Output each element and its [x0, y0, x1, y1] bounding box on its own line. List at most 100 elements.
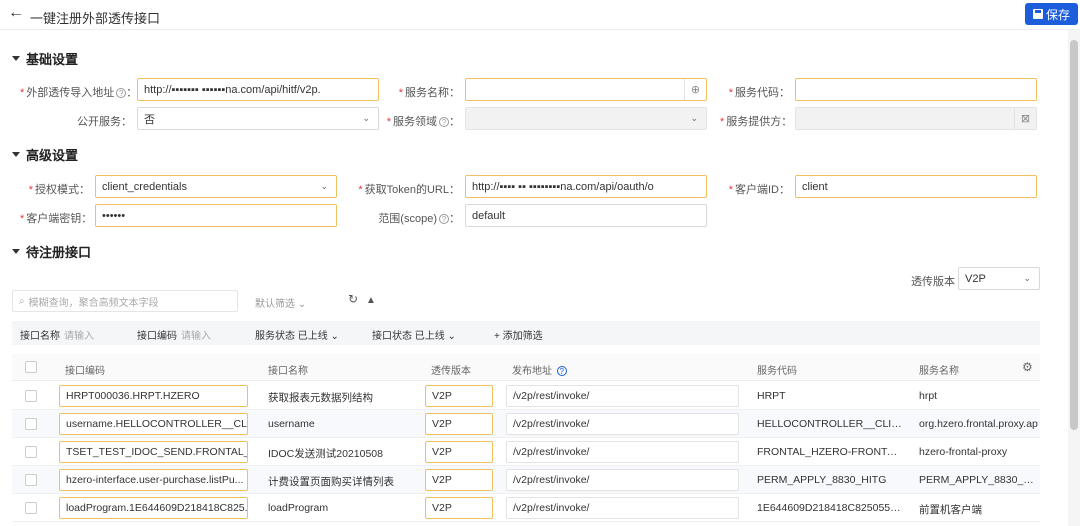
default-filter-dropdown[interactable]: 默认筛选 ⌄	[255, 295, 306, 310]
row-checkbox[interactable]	[25, 418, 37, 430]
version-input[interactable]: V2P	[425, 497, 493, 519]
search-input[interactable]: ⌕ 模糊查询，聚合高频文本字段	[12, 290, 238, 312]
domain-select[interactable]: ⌄	[465, 107, 707, 130]
interface-code-input[interactable]: hzero-interface.user-purchase.listPu...	[59, 469, 248, 491]
help-icon: ?	[439, 214, 449, 224]
interface-code-input[interactable]: username.HELLOCONTROLLER__CLI...	[59, 413, 248, 435]
path-input[interactable]: /v2p/rest/invoke/	[506, 441, 739, 463]
row-checkbox[interactable]	[25, 446, 37, 458]
row-checkbox[interactable]	[25, 474, 37, 486]
col-interface-code: 接口编码	[65, 366, 105, 377]
filter-interface-name[interactable]: 接口名称 请输入	[20, 327, 94, 342]
chevron-down-icon: ⌄	[362, 113, 370, 123]
scope-input[interactable]: default	[465, 204, 707, 227]
chevron-down-icon: ⌄	[690, 113, 698, 123]
table-row: loadProgram.1E644609D218418C825... loadP…	[12, 494, 1040, 522]
service-name: hzero-frontal-proxy	[919, 446, 1008, 458]
filter-interface-status[interactable]: 接口状态 已上线 ⌄	[372, 327, 456, 342]
col-service-code: 服务代码	[757, 366, 797, 377]
collapse-triangle-icon	[12, 56, 20, 61]
path-input[interactable]: /v2p/rest/invoke/	[506, 385, 739, 407]
col-publish-address: 发布地址 ?	[512, 362, 567, 377]
public-service-select[interactable]: 否 ⌄	[137, 107, 379, 130]
service-code: HELLOCONTROLLER__CLIE...	[757, 418, 902, 430]
chevron-down-icon: ⌄	[320, 181, 328, 191]
interface-code-input[interactable]: loadProgram.1E644609D218418C825...	[59, 497, 248, 519]
collapse-triangle-icon	[12, 152, 20, 157]
filter-bar: 接口名称 请输入 接口编码 请输入 服务状态 已上线 ⌄ 接口状态 已上线 ⌄ + …	[12, 321, 1040, 345]
scrollbar-thumb[interactable]	[1070, 40, 1078, 430]
table-row: username.HELLOCONTROLLER__CLI... usernam…	[12, 410, 1040, 438]
help-icon: ?	[439, 117, 449, 127]
back-arrow-icon[interactable]: ←	[8, 4, 24, 22]
service-name: hrpt	[919, 390, 938, 402]
help-icon: ?	[116, 88, 127, 98]
row-checkbox[interactable]	[25, 390, 37, 402]
save-icon	[1032, 9, 1043, 19]
save-button[interactable]: 保存	[1025, 3, 1078, 25]
section-basic-settings[interactable]: 基础设置	[12, 49, 78, 68]
version-input[interactable]: V2P	[425, 441, 493, 463]
url-input[interactable]: http://▪▪▪▪▪▪▪ ▪▪▪▪▪▪na.com/api/hitf/v2p…	[137, 78, 379, 101]
section-pending-title: 待注册接口	[26, 245, 92, 260]
row-checkbox[interactable]	[25, 502, 37, 514]
client-secret-input[interactable]: ••••••	[95, 204, 337, 227]
path-input[interactable]: /v2p/rest/invoke/	[506, 497, 739, 519]
chevron-down-icon: ⌄	[1023, 273, 1031, 283]
table-header: 接口编码 接口名称 透传版本 发布地址 ? 服务代码 服务名称 ⚙	[12, 354, 1040, 381]
scope-label: 范围(scope)?：	[378, 213, 460, 225]
table-row: hzero-interface.user-purchase.listPu... …	[12, 466, 1040, 494]
collapse-up-icon[interactable]: ▲	[366, 295, 376, 306]
table-row: HRPT000036.HRPT.HZERO 获取报表元数据列结构 V2P /v2…	[12, 382, 1040, 410]
url-label: * 外部透传导入地址?：	[20, 87, 138, 99]
service-code: FRONTAL_HZERO-FRONTA...	[757, 446, 902, 458]
service-code: PERM_APPLY_8830_HITG	[757, 474, 887, 486]
client-id-label: * 客户端ID：	[728, 184, 790, 196]
path-input[interactable]: /v2p/rest/invoke/	[506, 469, 739, 491]
table-row: TSET_TEST_IDOC_SEND.FRONTAL_H... IDOC发送测…	[12, 438, 1040, 466]
path-input[interactable]: /v2p/rest/invoke/	[506, 413, 739, 435]
version-input[interactable]: V2P	[425, 413, 493, 435]
service-code-label: * 服务代码：	[728, 87, 790, 99]
interface-name: loadProgram	[268, 502, 329, 514]
service-name: org.hzero.frontal.proxy.ap	[919, 418, 1038, 430]
public-service-label: 公开服务：	[77, 116, 132, 128]
interface-code-input[interactable]: TSET_TEST_IDOC_SEND.FRONTAL_H...	[59, 441, 248, 463]
client-id-input[interactable]: client	[795, 175, 1037, 198]
section-basic-title: 基础设置	[26, 52, 79, 67]
token-url-label: * 获取Token的URL：	[358, 184, 460, 196]
interface-name: 获取报表元数据列结构	[268, 392, 373, 404]
globe-icon[interactable]: ⊕	[684, 79, 706, 100]
auth-mode-select[interactable]: client_credentials ⌄	[95, 175, 337, 198]
lookup-icon[interactable]: ⊠	[1014, 108, 1036, 129]
col-interface-name: 接口名称	[268, 366, 308, 377]
version-input[interactable]: V2P	[425, 385, 493, 407]
column-settings-icon[interactable]: ⚙	[1022, 360, 1033, 374]
filter-service-status[interactable]: 服务状态 已上线 ⌄	[255, 327, 339, 342]
select-all-checkbox[interactable]	[25, 361, 37, 373]
search-icon: ⌕	[19, 295, 25, 307]
add-filter-button[interactable]: + 添加筛选	[494, 327, 543, 342]
refresh-icon[interactable]: ↻	[348, 292, 358, 306]
interface-code-input[interactable]: HRPT000036.HRPT.HZERO	[59, 385, 248, 407]
version-input[interactable]: V2P	[425, 469, 493, 491]
help-icon: ?	[556, 366, 567, 376]
provider-input[interactable]: ⊠	[795, 107, 1037, 130]
section-advanced-title: 高级设置	[26, 148, 79, 163]
vertical-scrollbar[interactable]	[1068, 30, 1080, 526]
auth-mode-label: * 授权模式：	[28, 184, 90, 196]
version-label: 透传版本	[911, 276, 955, 288]
version-select[interactable]: V2P ⌄	[958, 267, 1040, 290]
service-name: 前置机客户端	[919, 504, 982, 516]
service-name-input[interactable]: ⊕	[465, 78, 707, 101]
client-secret-label: * 客户端密钥：	[20, 213, 93, 225]
section-pending-interfaces[interactable]: 待注册接口	[12, 242, 91, 261]
collapse-triangle-icon	[12, 249, 20, 254]
interface-name: 计费设置页面购买详情列表	[268, 476, 394, 488]
token-url-input[interactable]: http://▪▪▪▪ ▪▪ ▪▪▪▪▪▪▪▪na.com/api/oauth/…	[465, 175, 707, 198]
service-code-input[interactable]	[795, 78, 1037, 101]
service-code: HRPT	[757, 390, 786, 402]
filter-interface-code[interactable]: 接口编码 请输入	[137, 327, 211, 342]
col-version: 透传版本	[431, 366, 471, 377]
section-advanced-settings[interactable]: 高级设置	[12, 145, 78, 164]
